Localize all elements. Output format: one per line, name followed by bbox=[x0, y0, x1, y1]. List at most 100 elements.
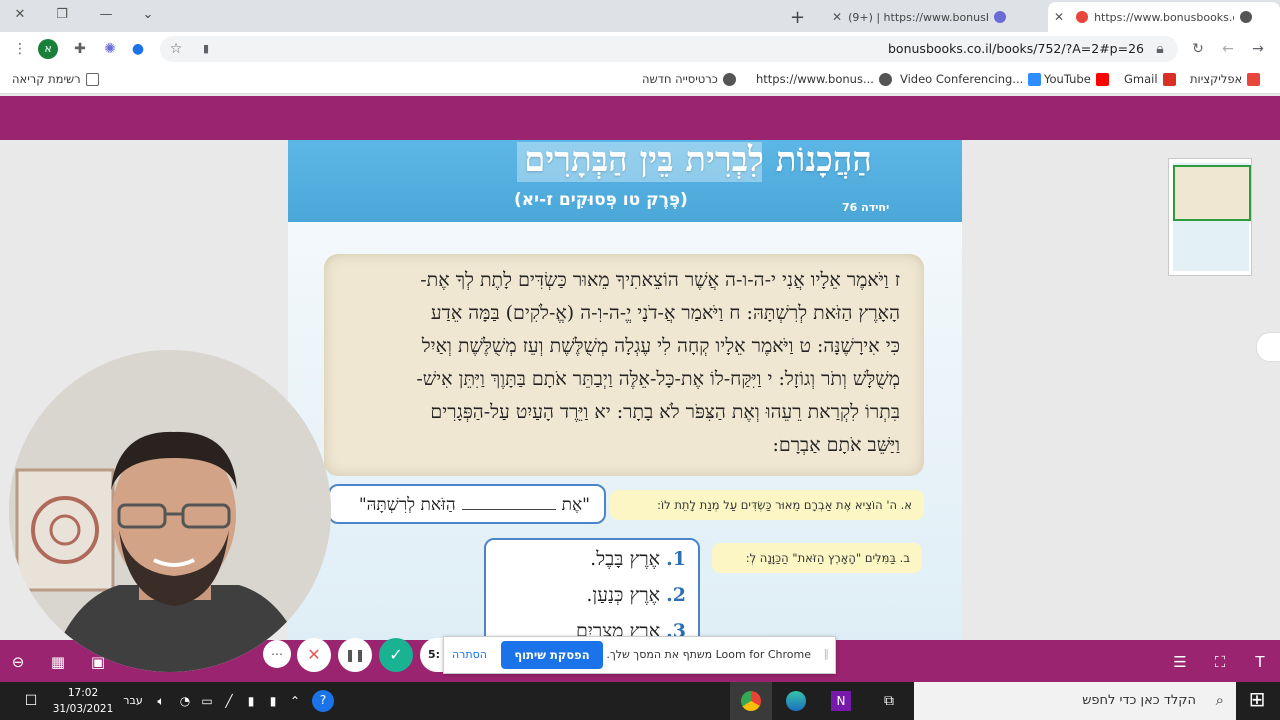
webcam-bubble[interactable] bbox=[9, 350, 331, 672]
bookmark-new-tab[interactable]: כרטיסייה חדשה bbox=[642, 72, 736, 86]
back-icon[interactable]: → bbox=[1248, 39, 1268, 59]
taskbar-search[interactable]: הקלד כאן כדי לחפש ⌕ bbox=[914, 682, 1236, 720]
loom-share-bar: הסתרה הפסקת שיתוף Loom for Chrome משתף א… bbox=[443, 636, 836, 674]
language-indicator[interactable]: עבר bbox=[122, 691, 144, 711]
bookmark-label: Video Conferencing... bbox=[900, 72, 1024, 86]
answer-b-box[interactable]: 1. אֶרֶץ בָּבֶל. 2. אֶרֶץ כְּנַעַן. 3. א… bbox=[484, 538, 700, 640]
show-hidden-icons[interactable]: ⌃ bbox=[284, 691, 306, 711]
pause-recording-button[interactable]: ❚❚ bbox=[338, 638, 372, 672]
answer-a-blank[interactable] bbox=[461, 494, 556, 510]
tab-search-icon[interactable]: ⌄ bbox=[134, 4, 162, 26]
clock-time: 17:02 bbox=[67, 687, 99, 699]
verse-line: כִּי אִירָשֶׁנָּה: ט וַיֹּאמֶר אֵלָיו קְ… bbox=[421, 335, 900, 357]
zoom-out-icon[interactable]: ⊖ bbox=[8, 652, 28, 672]
grid-view-icon[interactable]: ▦ bbox=[48, 652, 68, 672]
fullscreen-icon[interactable]: ⛶ bbox=[1210, 652, 1230, 672]
windows-start-icon[interactable]: ⊞ bbox=[1246, 689, 1268, 709]
extensions-icon[interactable]: ✚ bbox=[70, 39, 90, 59]
book-page[interactable]: הַהֲכָנוֹת לִבְרִית בֵּין הַבְּתָרִים (פ… bbox=[288, 140, 962, 640]
chrome-taskbar-icon[interactable] bbox=[730, 682, 772, 720]
stop-sharing-button[interactable]: הפסקת שיתוף bbox=[501, 641, 603, 669]
gmail-icon bbox=[1162, 72, 1176, 86]
notes-icon[interactable]: ☰ bbox=[1170, 652, 1190, 672]
bookmark-star-icon[interactable]: ☆ bbox=[166, 39, 186, 59]
battery-icon[interactable]: ▭ bbox=[196, 691, 218, 711]
verse-line: ז וַיֹּאמֶר אֵלָיו אֲנִי י-ה-ו-ה אֲשֶׁר … bbox=[420, 269, 900, 291]
bookmark-youtube[interactable]: YouTube bbox=[1044, 72, 1109, 86]
close-window-icon[interactable]: ✕ bbox=[6, 4, 34, 26]
url-text[interactable]: bonusbooks.co.il/books/752/?A=2#p=26 bbox=[888, 41, 1144, 56]
microphone-icon[interactable]: ▮ bbox=[262, 691, 284, 711]
bookmark-gmail[interactable]: Gmail bbox=[1124, 72, 1176, 86]
hide-button[interactable]: הסתרה bbox=[452, 648, 487, 661]
zoom-icon bbox=[1028, 72, 1042, 86]
tab-facebook[interactable]: ✕ (9+) | https://www.bonusbooks.co bbox=[826, 2, 1026, 32]
help-icon[interactable]: ? bbox=[312, 690, 334, 712]
cancel-recording-button[interactable]: ✕ bbox=[297, 638, 331, 672]
edge-logo bbox=[786, 691, 806, 711]
reading-list[interactable]: רשימת קריאה bbox=[12, 72, 99, 86]
viewer-top-bar bbox=[0, 96, 1280, 140]
voice-input-icon[interactable] bbox=[1256, 332, 1280, 362]
tab-close-icon[interactable]: ✕ bbox=[1054, 10, 1064, 24]
onenote-icon[interactable]: N bbox=[830, 691, 852, 711]
search-icon: ⌕ bbox=[1215, 691, 1224, 709]
screen-share-icon[interactable]: ▮ bbox=[196, 39, 216, 59]
bookmark-apps[interactable]: אפליקציות bbox=[1190, 72, 1261, 86]
option-1[interactable]: 1. אֶרֶץ בָּבֶל. bbox=[590, 548, 686, 571]
globe-icon bbox=[878, 72, 892, 86]
page-thumbnail[interactable] bbox=[1168, 158, 1252, 276]
microphone-icon[interactable]: ▮ bbox=[240, 691, 262, 711]
question-b: ב. בַּמִּלִּים "הָאָרֶץ הַזֹּאת" הַכַּוָ… bbox=[712, 543, 922, 573]
onenote-logo: N bbox=[831, 691, 851, 711]
share-notice: Loom for Chrome משתף את המסך שלך. bbox=[606, 648, 811, 661]
drag-handle-icon[interactable]: ‖ bbox=[824, 647, 830, 660]
microphone-muted-icon[interactable]: ╱ bbox=[218, 691, 240, 711]
youtube-icon bbox=[1095, 72, 1109, 86]
windows-taskbar: ☐ 17:02 31/03/2021 עבר 🔈︎ ◔ ▭ ╱ ▮ ▮ ⌃ ? … bbox=[0, 682, 1280, 720]
option-2[interactable]: 2. אֶרֶץ כְּנַעַן. bbox=[586, 584, 686, 607]
verse-line: מְשֻׁלָּשׁ וְתֹר וְגוֹזָל: י וַיִּקַּח-ל… bbox=[416, 368, 900, 390]
edge-icon[interactable] bbox=[785, 691, 807, 717]
menu-dots-icon[interactable]: ⋮ bbox=[10, 39, 30, 59]
reload-icon[interactable]: ↻ bbox=[1188, 39, 1208, 59]
unit-number: יחידה 76 bbox=[842, 201, 890, 214]
clock-date: 31/03/2021 bbox=[52, 703, 114, 715]
tab-title: (9+) | https://www.bonusbooks.co bbox=[848, 10, 988, 24]
book-title: הַהֲכָנוֹת לִבְרִית בֵּין הַבְּתָרִים bbox=[524, 140, 872, 180]
tab-bonusbooks[interactable]: ✕ https://www.bonusbooks.co.il bbox=[1048, 2, 1280, 32]
task-view-icon[interactable]: ⧉ bbox=[878, 691, 900, 711]
thumbnail-selection bbox=[1173, 165, 1251, 221]
restore-window-icon[interactable]: ❐ bbox=[48, 4, 76, 26]
text-tool-icon[interactable]: T bbox=[1250, 652, 1270, 672]
book-subtitle: (פֶּרֶק טו פְּסוּקִים ז-יא) bbox=[514, 190, 688, 210]
bookmark-bonus[interactable]: https://www.bonus... bbox=[756, 72, 892, 86]
recording-favicon-icon bbox=[1076, 11, 1089, 23]
lock-icon[interactable]: 🔒︎ bbox=[1150, 39, 1170, 59]
reading-list-label: רשימת קריאה bbox=[12, 72, 81, 86]
browser-toolbar: ⋮ א ✚ ✺ ● ☆ ▮ bonusbooks.co.il/books/752… bbox=[0, 32, 1280, 66]
wifi-icon[interactable]: ◔ bbox=[174, 691, 196, 711]
bookmark-label: Gmail bbox=[1124, 72, 1158, 86]
volume-icon[interactable]: 🔈︎ bbox=[150, 691, 172, 711]
address-bar[interactable]: ☆ ▮ bonusbooks.co.il/books/752/?A=2#p=26… bbox=[160, 36, 1178, 62]
notifications-icon[interactable]: ☐ bbox=[20, 691, 42, 711]
system-clock[interactable]: 17:02 31/03/2021 bbox=[52, 685, 114, 717]
option-text: אֶרֶץ כְּנַעַן. bbox=[586, 584, 661, 606]
option-number: 1. bbox=[666, 548, 686, 570]
minimize-window-icon[interactable]: — bbox=[92, 4, 120, 26]
more-options-button[interactable]: ⋯ bbox=[263, 640, 291, 668]
tab-close-icon[interactable]: ✕ bbox=[832, 10, 842, 24]
answer-a-box[interactable]: "אֶת הַזֹּאת לְרִשְׁתָּהּ" bbox=[328, 484, 606, 524]
bookmark-label: YouTube bbox=[1044, 72, 1091, 86]
tab-strip: ✕ ❐ — ⌄ ✕ https://www.bonusbooks.co.il ✕… bbox=[0, 0, 1280, 32]
profile-avatar[interactable]: א bbox=[38, 39, 58, 59]
bookmark-zoom[interactable]: Video Conferencing... bbox=[900, 72, 1042, 86]
finish-recording-button[interactable]: ✓ bbox=[379, 638, 413, 672]
forward-icon[interactable]: ← bbox=[1218, 39, 1238, 59]
new-tab-button[interactable]: + bbox=[790, 2, 814, 32]
bookmark-label: כרטיסייה חדשה bbox=[642, 72, 718, 86]
extension-icon[interactable]: ✺ bbox=[100, 39, 120, 59]
voice-extension-icon[interactable]: ● bbox=[128, 39, 148, 59]
question-a: א. ה' הוֹצִיא אֶת אַבְרָם מֵאוּר כַּשְׂד… bbox=[610, 490, 924, 520]
